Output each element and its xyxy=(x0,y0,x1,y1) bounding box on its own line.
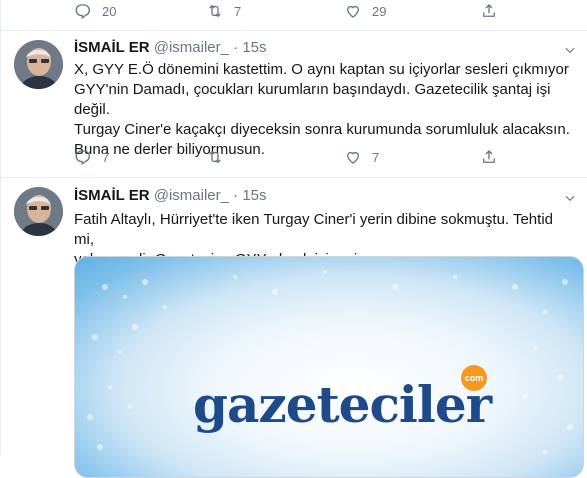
reply-count: 7 xyxy=(102,149,110,165)
retweet-button[interactable] xyxy=(206,148,234,166)
avatar[interactable] xyxy=(14,40,63,89)
avatar-image xyxy=(14,40,63,89)
like-icon xyxy=(347,151,359,164)
tweet-time[interactable]: 15s xyxy=(242,187,266,204)
reply-icon xyxy=(75,150,90,166)
like-button[interactable]: 7 xyxy=(344,148,379,166)
chevron-down-icon[interactable] xyxy=(563,43,577,60)
like-icon xyxy=(347,5,359,18)
tweet-text-line: GYY'nin Damadı, çocukları kurumların baş… xyxy=(74,81,551,118)
separator-dot: · xyxy=(233,187,239,204)
retweet-icon xyxy=(209,150,221,164)
share-button[interactable] xyxy=(480,148,498,166)
avatar-image xyxy=(14,187,63,236)
chevron-down-icon[interactable] xyxy=(563,191,577,208)
tweet-text-line: X, GYY E.Ö dönemini kastettim. O aynı ka… xyxy=(74,61,569,78)
avatar[interactable] xyxy=(14,187,63,236)
retweet-count: 7 xyxy=(234,3,242,19)
card-dot-pattern xyxy=(87,270,573,454)
retweet-button[interactable]: 7 xyxy=(206,2,241,20)
reply-button[interactable]: 7 xyxy=(74,148,109,166)
author-name[interactable]: İSMAİL ER xyxy=(74,39,150,56)
link-card[interactable]: gazeteciler com xyxy=(74,256,584,478)
tweet-text: X, GYY E.Ö dönemini kastettim. O aynı ka… xyxy=(74,60,574,160)
share-button[interactable] xyxy=(480,2,498,20)
reply-count: 20 xyxy=(102,3,117,19)
share-icon xyxy=(483,4,495,17)
reply-button[interactable]: 20 xyxy=(74,2,116,20)
author-handle[interactable]: @ismailer_ xyxy=(154,187,229,204)
tweet-header: İSMAİL ER @ismailer_ · 15s xyxy=(74,39,267,56)
tweet-text-line: Fatih Altaylı, Hürriyet'te iken Turgay C… xyxy=(74,211,553,248)
like-count: 29 xyxy=(372,3,387,19)
tweet-text-line: Buna ne derler biliyormusun. xyxy=(74,141,265,158)
share-icon xyxy=(483,150,495,163)
author-handle[interactable]: @ismailer_ xyxy=(154,39,229,56)
reply-icon xyxy=(75,4,90,20)
like-count: 7 xyxy=(372,149,380,165)
like-button[interactable]: 29 xyxy=(344,2,386,20)
separator-dot: · xyxy=(233,39,239,56)
retweet-icon xyxy=(209,4,221,18)
tweet[interactable]: İSMAİL ER @ismailer_ · 15s X, GYY E.Ö dö… xyxy=(0,31,587,177)
tweet-time[interactable]: 15s xyxy=(242,39,266,56)
tweet-text-line: Turgay Ciner'e kaçakçı diyeceksin sonra … xyxy=(74,121,570,138)
tweet-header: İSMAİL ER @ismailer_ · 15s xyxy=(74,187,267,204)
card-logo-text: gazeteciler xyxy=(193,375,492,434)
author-name[interactable]: İSMAİL ER xyxy=(74,187,150,204)
card-logo-badge: com xyxy=(461,365,487,391)
